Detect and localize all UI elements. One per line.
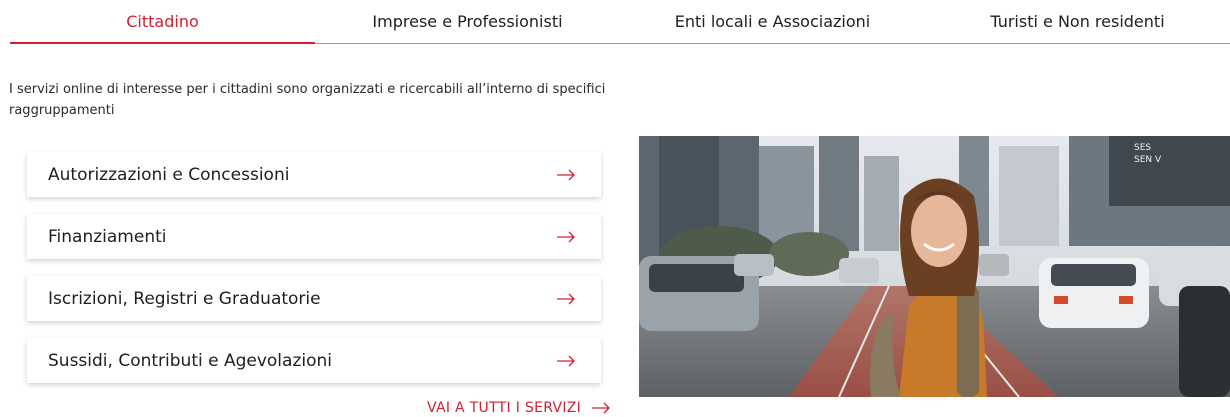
svg-text:SEN V: SEN V (1134, 155, 1162, 165)
intro-text: I servizi online di interesse per i citt… (9, 82, 606, 118)
service-card-label: Autorizzazioni e Concessioni (48, 164, 290, 185)
tab-cittadino[interactable]: Cittadino (10, 0, 315, 44)
arrow-right-icon (557, 169, 575, 180)
service-card-label: Finanziamenti (48, 226, 167, 247)
hero-image: SES SEN V (639, 136, 1230, 397)
all-services-link[interactable]: VAI A TUTTI I SERVIZI (427, 400, 611, 416)
city-street-photo: SES SEN V (639, 136, 1230, 397)
service-card-iscrizioni[interactable]: Iscrizioni, Registri e Graduatorie (27, 276, 601, 321)
service-card-sussidi[interactable]: Sussidi, Contributi e Agevolazioni (27, 338, 601, 383)
all-services-label: VAI A TUTTI I SERVIZI (427, 400, 582, 416)
arrow-right-icon (557, 293, 575, 304)
tab-imprese-professionisti[interactable]: Imprese e Professionisti (315, 0, 620, 43)
service-list: Autorizzazioni e Concessioni Finanziamen… (27, 152, 601, 400)
service-card-finanziamenti[interactable]: Finanziamenti (27, 214, 601, 259)
page: Cittadino Imprese e Professionisti Enti … (0, 0, 1230, 417)
service-card-autorizzazioni[interactable]: Autorizzazioni e Concessioni (27, 152, 601, 197)
tab-enti-locali-associazioni[interactable]: Enti locali e Associazioni (620, 0, 925, 43)
svg-text:SES: SES (1134, 143, 1151, 153)
audience-tabs: Cittadino Imprese e Professionisti Enti … (10, 0, 1230, 44)
arrow-right-icon (557, 231, 575, 242)
tab-turisti-non-residenti[interactable]: Turisti e Non residenti (925, 0, 1230, 43)
arrow-right-icon (592, 402, 611, 414)
service-card-label: Iscrizioni, Registri e Graduatorie (48, 288, 321, 309)
arrow-right-icon (557, 355, 575, 366)
service-card-label: Sussidi, Contributi e Agevolazioni (48, 350, 332, 371)
